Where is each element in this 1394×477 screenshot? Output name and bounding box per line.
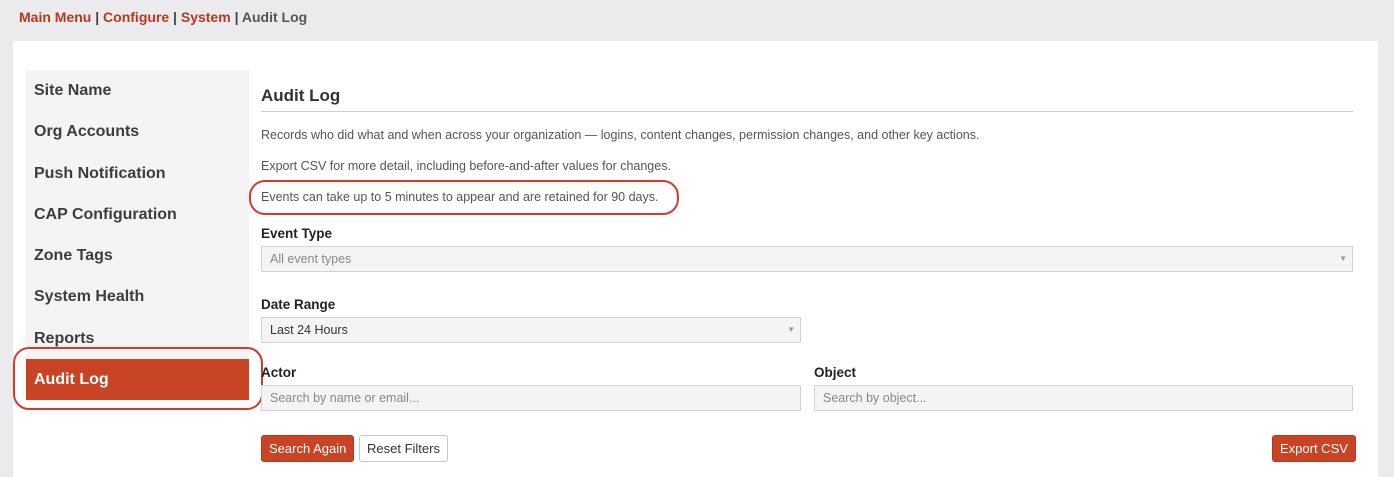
sidebar-item-reports[interactable]: Reports [26, 317, 249, 360]
sidebar-item-system-health[interactable]: System Health [26, 276, 249, 318]
breadcrumb-separator: | [234, 9, 239, 25]
chevron-down-icon: ▼ [787, 325, 795, 334]
actor-search-input[interactable]: Search by name or email... [261, 385, 801, 411]
sidebar-item-org-accounts[interactable]: Org Accounts [26, 111, 249, 153]
breadcrumb-separator: | [95, 9, 100, 25]
date-range-select[interactable]: Last 24 Hours ▼ [261, 317, 801, 343]
breadcrumb-configure[interactable]: Configure [103, 9, 169, 25]
breadcrumb-system[interactable]: System [181, 9, 231, 25]
breadcrumb: Main Menu | Configure | System | Audit L… [19, 9, 307, 25]
event-type-value: All event types [270, 252, 352, 266]
event-type-select[interactable]: All event types ▼ [261, 246, 1353, 272]
sidebar: Site Name Org Accounts Push Notification… [26, 70, 249, 401]
export-note: Export CSV for more detail, including be… [261, 159, 671, 173]
actor-label: Actor [261, 365, 297, 380]
sidebar-item-push-notification[interactable]: Push Notification [26, 152, 249, 194]
sidebar-item-site-name[interactable]: Site Name [26, 70, 249, 112]
sidebar-item-audit-log[interactable]: Audit Log [26, 359, 249, 401]
content-area: Audit Log Records who did what and when … [261, 86, 1353, 204]
event-type-label: Event Type [261, 226, 333, 241]
page-title: Audit Log [261, 86, 1353, 112]
breadcrumb-main-menu[interactable]: Main Menu [19, 9, 91, 25]
retention-note: Events can take up to 5 minutes to appea… [261, 190, 659, 204]
reset-filters-button[interactable]: Reset Filters [359, 435, 448, 462]
sidebar-item-cap-configuration[interactable]: CAP Configuration [26, 193, 249, 236]
breadcrumb-current: Audit Log [241, 9, 308, 25]
object-search-input[interactable]: Search by object... [814, 385, 1353, 411]
date-range-label: Date Range [261, 297, 336, 312]
date-range-value: Last 24 Hours [270, 323, 348, 337]
sidebar-item-zone-tags[interactable]: Zone Tags [26, 235, 249, 277]
chevron-down-icon: ▼ [1339, 254, 1347, 263]
search-again-button[interactable]: Search Again [261, 435, 355, 462]
export-csv-button[interactable]: Export CSV [1272, 435, 1356, 462]
breadcrumb-separator: | [173, 9, 177, 25]
description-text: Records who did what and when across you… [261, 128, 980, 142]
object-label: Object [814, 365, 857, 380]
